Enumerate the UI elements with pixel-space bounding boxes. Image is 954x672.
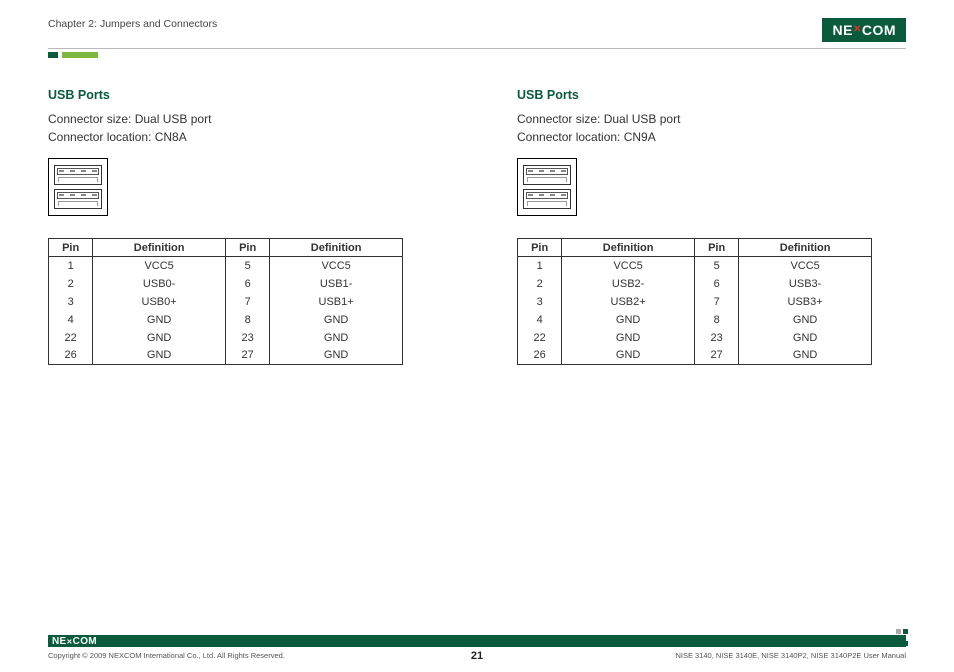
table-row: 4GND8GND	[49, 311, 403, 329]
table-cell: 7	[695, 293, 739, 311]
table-cell: 7	[226, 293, 270, 311]
table-cell: GND	[739, 311, 872, 329]
table-cell: GND	[739, 329, 872, 347]
table-header: Pin	[695, 239, 739, 257]
table-cell: 5	[695, 257, 739, 275]
connector-size: Connector size: Dual USB port	[517, 110, 906, 128]
table-cell: USB3+	[739, 293, 872, 311]
table-cell: USB3-	[739, 275, 872, 293]
usb-port-icon	[54, 189, 102, 209]
table-cell: GND	[562, 311, 695, 329]
table-cell: GND	[739, 347, 872, 365]
table-cell: GND	[270, 347, 403, 365]
table-cell: 6	[226, 275, 270, 293]
logo-left: NE	[832, 22, 852, 38]
usb-port-icon	[54, 165, 102, 185]
table-cell: USB2-	[562, 275, 695, 293]
table-cell: VCC5	[562, 257, 695, 275]
table-row: 22GND23GND	[518, 329, 872, 347]
table-cell: GND	[93, 311, 226, 329]
page-number: 21	[471, 650, 483, 662]
table-cell: 8	[226, 311, 270, 329]
table-cell: USB2+	[562, 293, 695, 311]
copyright-text: Copyright © 2009 NEXCOM International Co…	[48, 651, 285, 660]
table-cell: 1	[49, 257, 93, 275]
usb-port-icon	[523, 189, 571, 209]
table-row: 26GND27GND	[518, 347, 872, 365]
table-header: Definition	[270, 239, 403, 257]
logo-right: COM	[862, 22, 896, 38]
logo-x-icon: ✕	[853, 24, 862, 35]
manual-title: NISE 3140, NISE 3140E, NISE 3140P2, NISE…	[675, 651, 906, 660]
table-cell: 23	[226, 329, 270, 347]
table-cell: USB1-	[270, 275, 403, 293]
table-cell: USB1+	[270, 293, 403, 311]
table-cell: VCC5	[270, 257, 403, 275]
table-row: 26GND27GND	[49, 347, 403, 365]
chapter-title: Chapter 2: Jumpers and Connectors	[48, 18, 217, 30]
table-header: Definition	[739, 239, 872, 257]
table-row: 3USB2+7USB3+	[518, 293, 872, 311]
pin-definition-table: PinDefinitionPinDefinition1VCC55VCC52USB…	[517, 238, 872, 365]
table-cell: 6	[695, 275, 739, 293]
table-cell: GND	[562, 329, 695, 347]
table-header: Pin	[518, 239, 562, 257]
table-cell: VCC5	[93, 257, 226, 275]
table-cell: 2	[518, 275, 562, 293]
footer-squares-icon	[894, 629, 908, 651]
table-cell: 22	[49, 329, 93, 347]
table-row: 4GND8GND	[518, 311, 872, 329]
connector-location: Connector location: CN8A	[48, 128, 437, 146]
table-header: Definition	[93, 239, 226, 257]
table-cell: 22	[518, 329, 562, 347]
table-row: 2USB2-6USB3-	[518, 275, 872, 293]
connector-description: Connector size: Dual USB portConnector l…	[517, 110, 906, 146]
usb-port-section: USB Ports Connector size: Dual USB portCo…	[517, 88, 906, 365]
table-cell: GND	[270, 329, 403, 347]
table-row: 22GND23GND	[49, 329, 403, 347]
table-cell: 3	[49, 293, 93, 311]
table-row: 1VCC55VCC5	[49, 257, 403, 275]
section-title: USB Ports	[517, 88, 906, 102]
connector-diagram	[48, 158, 108, 216]
table-cell: 5	[226, 257, 270, 275]
table-cell: 26	[518, 347, 562, 365]
connector-description: Connector size: Dual USB portConnector l…	[48, 110, 437, 146]
table-cell: 1	[518, 257, 562, 275]
table-cell: 8	[695, 311, 739, 329]
table-cell: 27	[695, 347, 739, 365]
table-cell: 4	[49, 311, 93, 329]
table-cell: 23	[695, 329, 739, 347]
table-cell: GND	[270, 311, 403, 329]
table-cell: 3	[518, 293, 562, 311]
nexcom-logo: NE✕COM	[822, 18, 906, 42]
table-cell: 2	[49, 275, 93, 293]
footer-bar: NE✕COM	[48, 635, 906, 647]
usb-port-section: USB Ports Connector size: Dual USB portCo…	[48, 88, 437, 365]
table-header: Pin	[49, 239, 93, 257]
table-header: Pin	[226, 239, 270, 257]
footer-logo: NE✕COM	[52, 636, 97, 647]
table-row: 3USB0+7USB1+	[49, 293, 403, 311]
connector-diagram	[517, 158, 577, 216]
table-header: Definition	[562, 239, 695, 257]
usb-port-icon	[523, 165, 571, 185]
table-cell: VCC5	[739, 257, 872, 275]
table-cell: USB0-	[93, 275, 226, 293]
table-cell: 26	[49, 347, 93, 365]
table-cell: GND	[93, 347, 226, 365]
table-cell: USB0+	[93, 293, 226, 311]
header-accent-bar	[48, 52, 906, 58]
connector-size: Connector size: Dual USB port	[48, 110, 437, 128]
table-cell: 27	[226, 347, 270, 365]
table-cell: GND	[562, 347, 695, 365]
header-divider	[48, 48, 906, 49]
pin-definition-table: PinDefinitionPinDefinition1VCC55VCC52USB…	[48, 238, 403, 365]
connector-location: Connector location: CN9A	[517, 128, 906, 146]
table-row: 2USB0-6USB1-	[49, 275, 403, 293]
section-title: USB Ports	[48, 88, 437, 102]
table-cell: 4	[518, 311, 562, 329]
table-cell: GND	[93, 329, 226, 347]
table-row: 1VCC55VCC5	[518, 257, 872, 275]
